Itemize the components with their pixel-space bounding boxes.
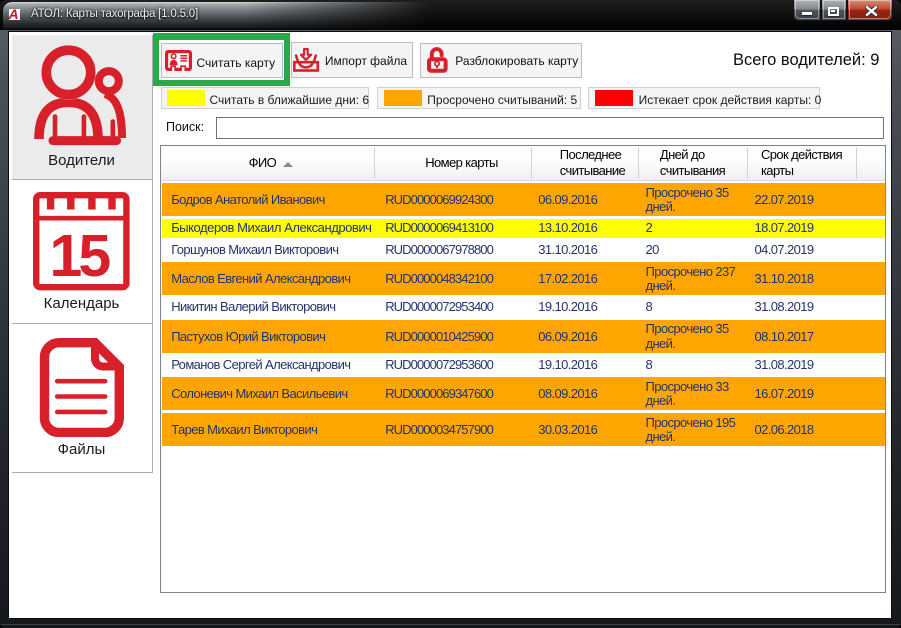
svg-text:15: 15	[50, 223, 111, 289]
